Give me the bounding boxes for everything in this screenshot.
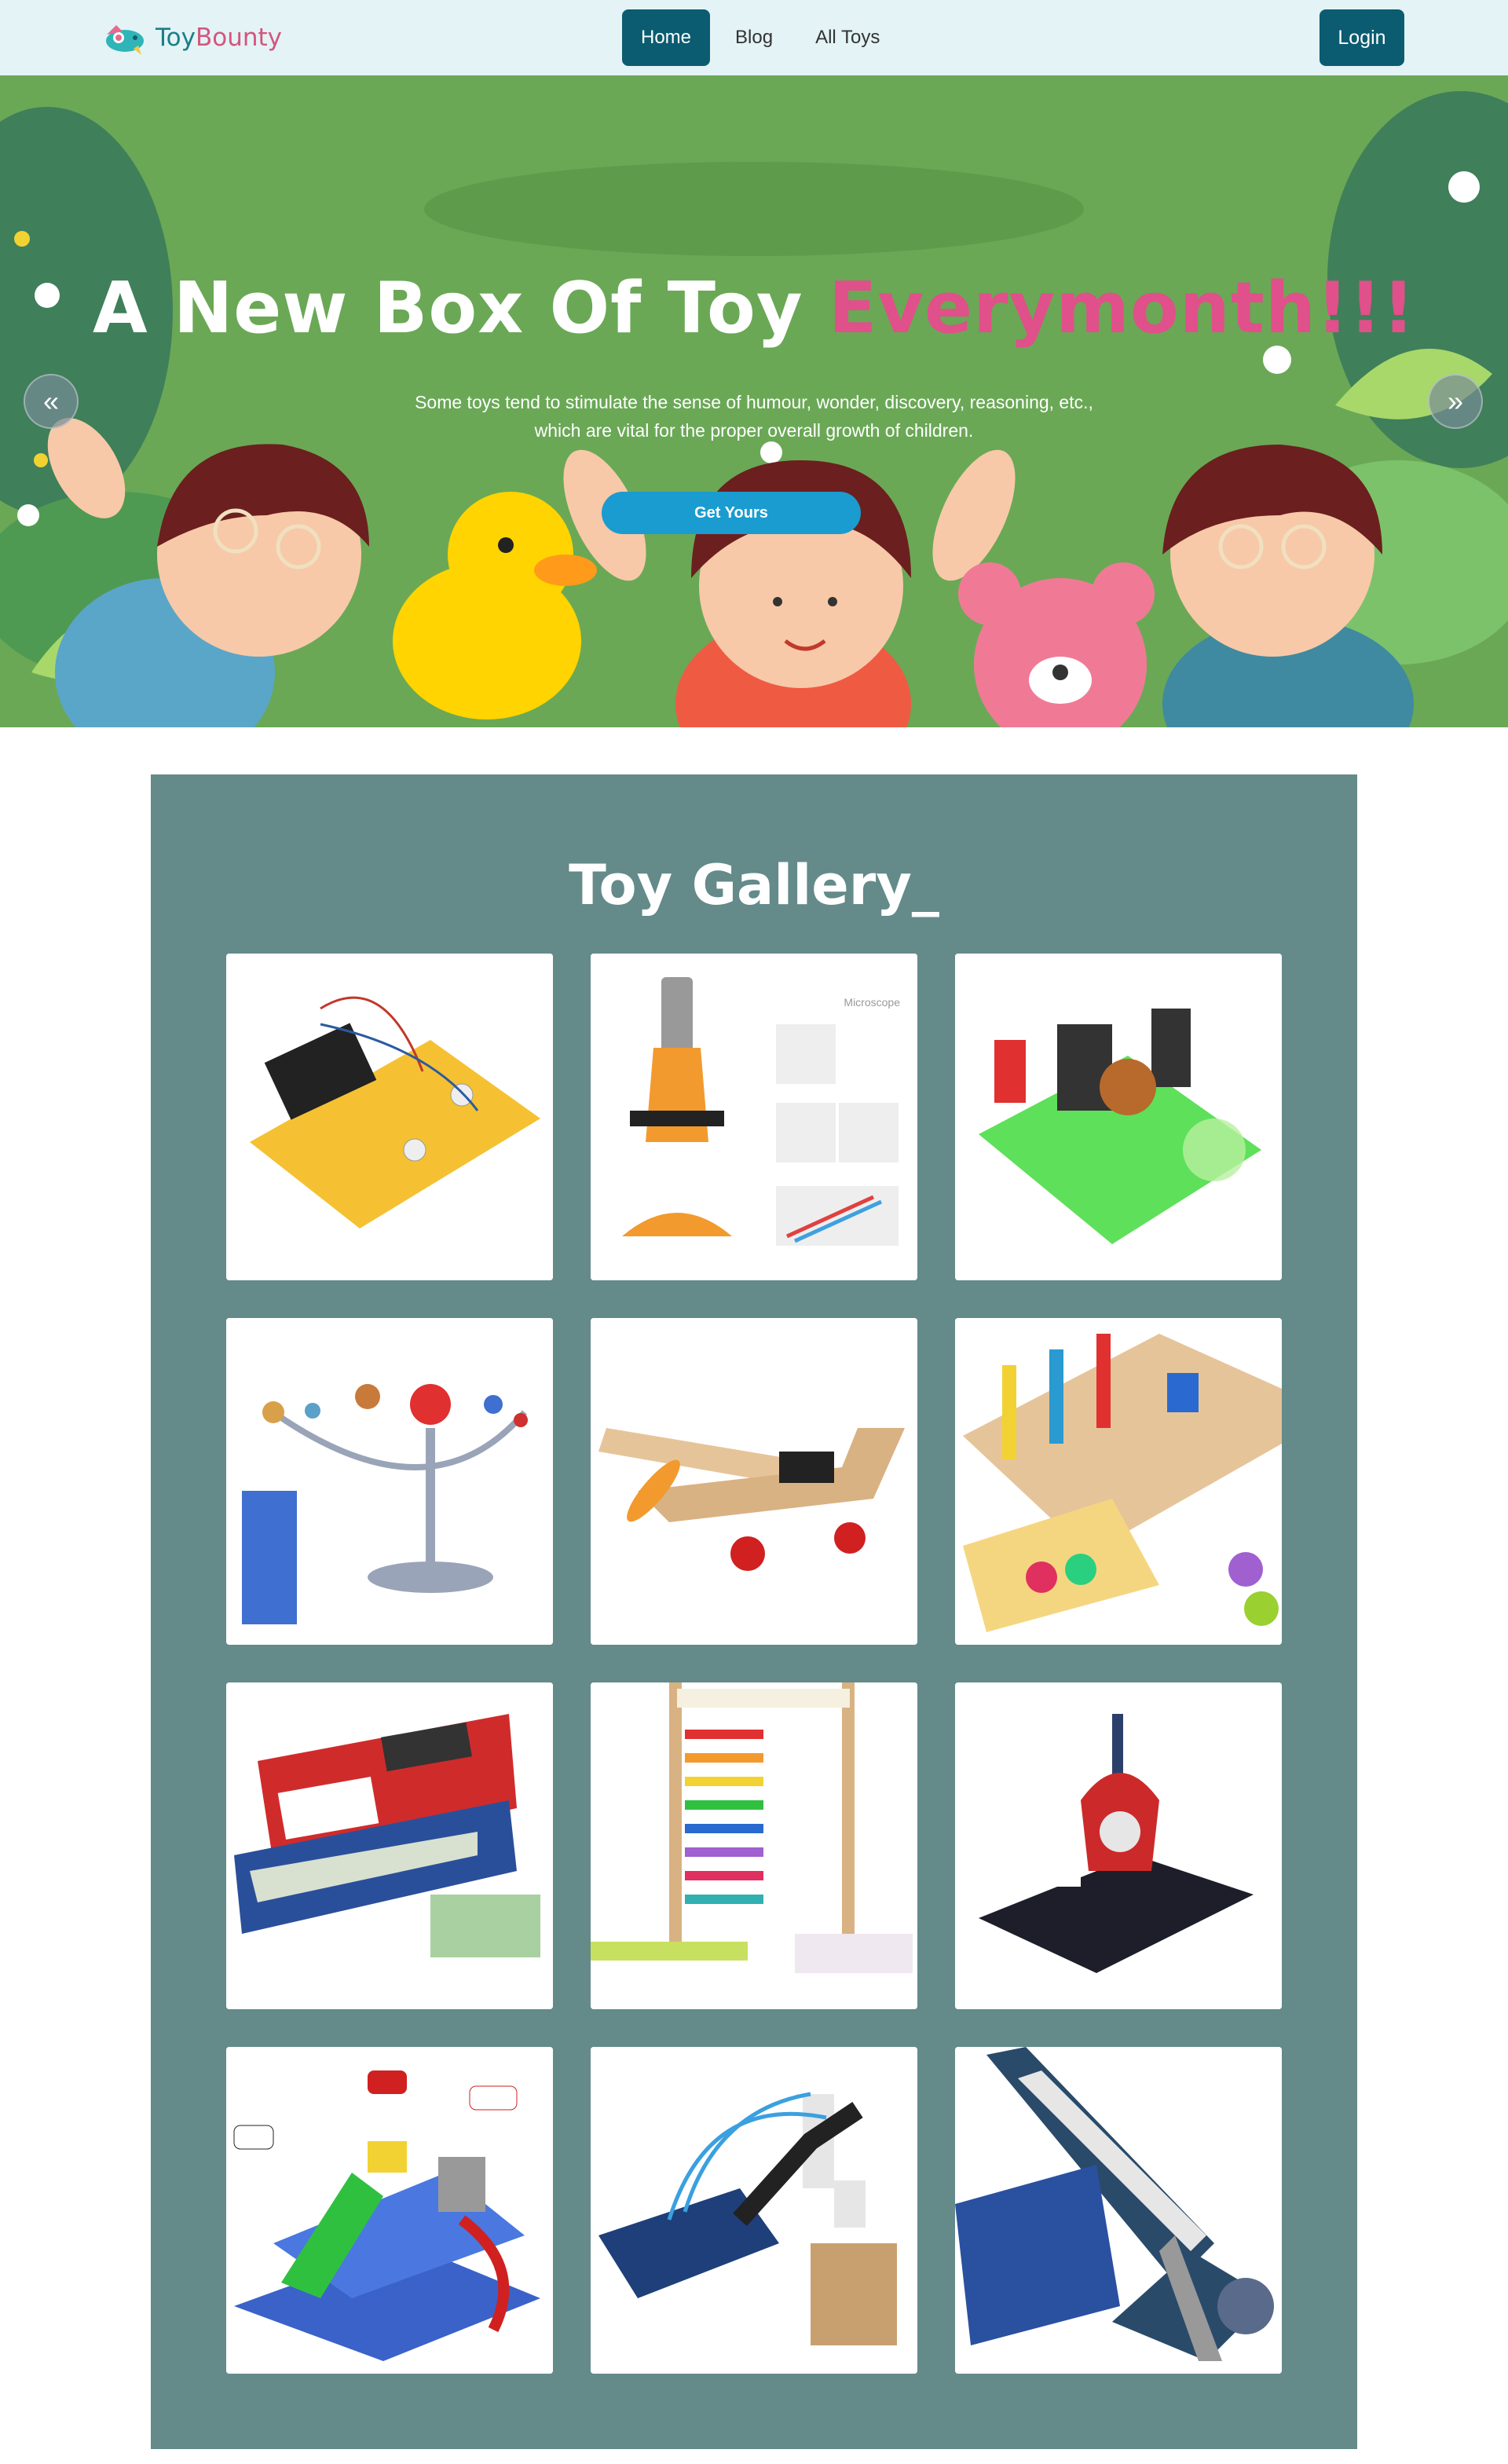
- hero-title: A New Box Of Toy Everymonth!!!: [0, 267, 1508, 350]
- gallery-card-telescope-kit[interactable]: [955, 2047, 1282, 2374]
- electric-motor-image: [955, 954, 1282, 1280]
- nav-home[interactable]: Home: [622, 9, 711, 66]
- car-race-track-image: [226, 2047, 553, 2374]
- login-button[interactable]: Login: [1320, 9, 1404, 66]
- hero-carousel: A New Box Of Toy Everymonth!!! Some toys…: [0, 75, 1508, 727]
- hydraulic-robot-arm-image: [591, 2047, 917, 2374]
- brand-name: ToyBounty: [156, 24, 282, 52]
- gallery-card-wooden-airplane[interactable]: [591, 1318, 917, 1645]
- gallery-card-abacus[interactable]: [591, 1682, 917, 2009]
- brand-name-part1: Toy: [156, 24, 196, 52]
- gallery-title: Toy Gallery_: [569, 853, 939, 917]
- math-counting-toy-image: [955, 1318, 1282, 1645]
- magnet-motor-image: [955, 1682, 1282, 2009]
- get-yours-button[interactable]: Get Yours: [602, 492, 861, 534]
- gallery-card-magnet-motor[interactable]: [955, 1682, 1282, 2009]
- nav-all-toys[interactable]: All Toys: [798, 9, 897, 66]
- brand[interactable]: ToyBounty: [102, 17, 282, 58]
- gallery-card-electric-motor[interactable]: [955, 954, 1282, 1280]
- gallery-card-solar-system-model[interactable]: [226, 1318, 553, 1645]
- airplane-logo-icon: [106, 25, 144, 55]
- gallery-card-math-counting-toy[interactable]: [955, 1318, 1282, 1645]
- chevron-double-right-icon: »: [1447, 385, 1464, 417]
- gallery-card-cash-register[interactable]: [226, 1682, 553, 2009]
- abacus-image: [591, 1682, 917, 2009]
- circuit-kit-image: [226, 954, 553, 1280]
- hero-title-main: A New Box Of Toy: [92, 267, 829, 350]
- carousel-prev-button[interactable]: «: [24, 374, 79, 429]
- nav-blog[interactable]: Blog: [718, 9, 790, 66]
- wooden-airplane-image: [591, 1318, 917, 1645]
- nav-links: Home Blog All Toys: [622, 9, 897, 66]
- gallery-card-microscope[interactable]: Microscope: [591, 954, 917, 1280]
- toy-gallery: Toy Gallery_ Microscope: [151, 774, 1357, 2449]
- carousel-next-button[interactable]: »: [1428, 374, 1483, 429]
- gallery-card-hydraulic-robot-arm[interactable]: [591, 2047, 917, 2374]
- hero-subtitle: Some toys tend to stimulate the sense of…: [361, 388, 1147, 445]
- gallery-card-car-race-track[interactable]: [226, 2047, 553, 2374]
- brand-name-part2: Bounty: [195, 24, 283, 52]
- chevron-double-left-icon: «: [42, 385, 60, 417]
- hero-title-accent: Everymonth!!!: [828, 267, 1416, 350]
- telescope-kit-image: [955, 2047, 1282, 2374]
- cash-register-image: [226, 1682, 553, 2009]
- hero-subtitle-line1: Some toys tend to stimulate the sense of…: [415, 392, 1093, 412]
- microscope-label: Microscope: [844, 996, 900, 1009]
- solar-system-model-image: [226, 1318, 553, 1645]
- navbar: ToyBounty Home Blog All Toys Login: [0, 0, 1508, 75]
- gallery-card-circuit-kit[interactable]: [226, 954, 553, 1280]
- hero-subtitle-line2: which are vital for the proper overall g…: [534, 420, 974, 441]
